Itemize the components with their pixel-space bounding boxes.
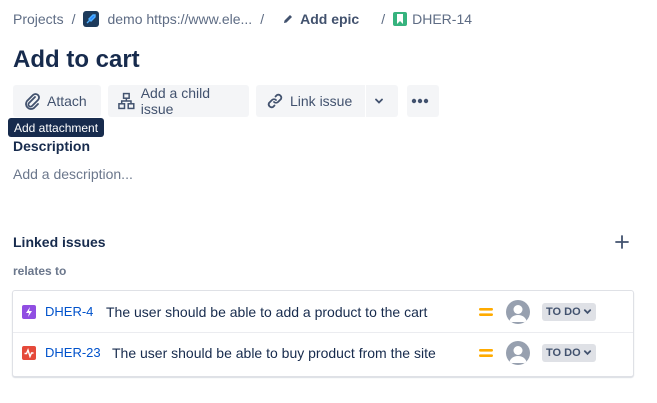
add-child-issue-button[interactable]: Add a child issue (108, 85, 249, 117)
description-field[interactable]: Add a description... (13, 166, 133, 182)
link-icon (267, 93, 283, 109)
more-actions-button[interactable] (407, 85, 439, 117)
priority-medium-icon (479, 348, 493, 357)
plus-icon (615, 235, 629, 249)
linked-issue-key[interactable]: DHER-4 (45, 304, 93, 319)
add-epic-label: Add epic (300, 11, 360, 27)
issue-title[interactable]: Add to cart (13, 45, 140, 75)
chevron-down-icon (583, 350, 591, 356)
linked-issues-heading: Linked issues (13, 234, 106, 250)
breadcrumb: Projects / demo https://www.ele... / Add… (13, 10, 472, 28)
linked-issue-summary[interactable]: The user should be able to add a product… (106, 304, 427, 320)
chevron-down-icon (375, 98, 383, 104)
link-issue-dropdown-button[interactable] (366, 85, 398, 117)
status-label: TO DO (546, 305, 581, 318)
attach-button[interactable]: Attach (13, 85, 101, 117)
add-linked-issue-button[interactable] (613, 233, 631, 251)
linked-issue-row[interactable]: DHER-23 The user should be able to buy p… (13, 332, 633, 373)
link-issue-button[interactable]: Link issue (256, 85, 365, 117)
hierarchy-icon (118, 92, 135, 110)
breadcrumb-project[interactable]: demo https://www.ele... (107, 11, 252, 27)
link-issue-group: Link issue (256, 85, 398, 117)
priority-medium-icon (479, 307, 493, 316)
status-label: TO DO (546, 346, 581, 359)
pulse-icon (22, 345, 36, 360)
breadcrumb-separator: / (71, 11, 76, 27)
add-epic-link[interactable]: Add epic (282, 11, 359, 27)
story-icon (393, 12, 408, 26)
linked-issue-row[interactable]: DHER-4 The user should be able to add a … (13, 291, 633, 333)
description-heading: Description (13, 138, 91, 154)
assignee-avatar[interactable] (506, 299, 530, 324)
linked-issues-list: DHER-4 The user should be able to add a … (12, 290, 634, 377)
attach-label: Attach (47, 93, 87, 109)
project-rocket-icon (83, 11, 100, 27)
status-dropdown[interactable]: TO DO (542, 343, 596, 362)
user-icon (509, 345, 527, 363)
paperclip-icon (25, 93, 40, 110)
assignee-avatar[interactable] (506, 340, 530, 365)
breadcrumb-issue-key[interactable]: DHER-14 (412, 11, 472, 27)
user-icon (509, 304, 527, 322)
more-icon (411, 98, 429, 104)
lightning-icon (22, 304, 36, 319)
linked-issue-summary[interactable]: The user should be able to buy product f… (112, 345, 436, 361)
linked-issue-key[interactable]: DHER-23 (45, 345, 101, 360)
issue-toolbar: Attach Add a child issue Link issue (13, 85, 439, 117)
add-child-issue-label: Add a child issue (140, 85, 210, 117)
link-issue-label: Link issue (290, 93, 353, 109)
status-dropdown[interactable]: TO DO (542, 302, 596, 321)
relation-type-label: relates to (13, 264, 67, 278)
chevron-down-icon (583, 309, 591, 315)
breadcrumb-separator: / (260, 11, 265, 27)
pencil-icon (284, 15, 293, 23)
breadcrumb-separator: / (381, 11, 386, 27)
breadcrumb-projects[interactable]: Projects (13, 11, 64, 27)
attach-tooltip: Add attachment (8, 118, 105, 137)
